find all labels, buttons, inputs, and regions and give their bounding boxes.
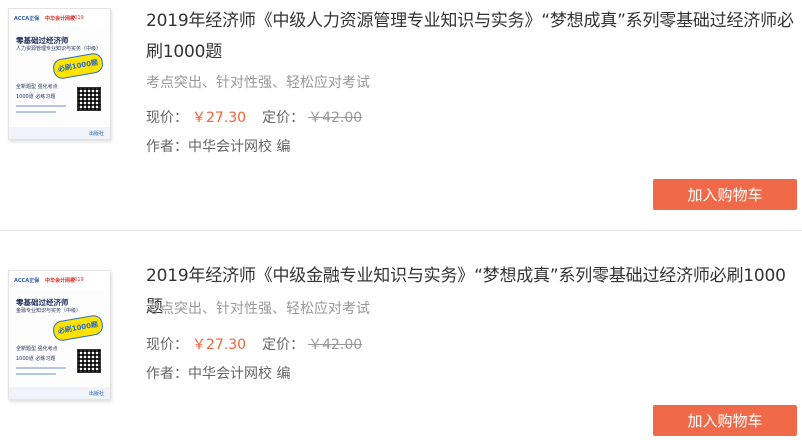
product-item: ACCA正保 中华会计网校 2019 零基础过经济师 人力资源管理专业知识与实务… [0, 0, 802, 226]
price-label: 现价： [146, 337, 188, 353]
list-price: ￥42.00 [308, 110, 363, 126]
price-row: 现价： ￥27.30 定价： ￥42.00 [146, 334, 362, 354]
cover-line: 全新题型 强化考点 [16, 84, 58, 90]
cover-publisher: 出版社 [88, 131, 104, 137]
book-cover-image[interactable]: ACCA正保 中华会计网校 2019 零基础过经济师 金融专业知识与实务（中级）… [8, 270, 111, 400]
cover-logo: ACCA正保 [14, 278, 40, 284]
cover-rule [16, 373, 56, 375]
qr-code-icon [77, 349, 101, 373]
cover-rule [16, 105, 66, 107]
cover-year: 2019 [71, 15, 84, 21]
cover-badge: 必刷1000题 [51, 313, 105, 343]
product-item: ACCA正保 中华会计网校 2019 零基础过经济师 金融专业知识与实务（中级）… [0, 232, 802, 440]
cover-rule [16, 367, 66, 369]
list-price: ￥42.00 [308, 337, 363, 353]
list-price-label: 定价： [262, 337, 305, 353]
qr-code-icon [77, 87, 101, 111]
product-author: 作者：中华会计网校 编 [146, 139, 291, 155]
cover-subtitle: 金融专业知识与实务（中级） [16, 308, 82, 314]
cover-year: 2019 [71, 277, 84, 283]
add-to-cart-button[interactable]: 加入购物车 [653, 405, 797, 436]
product-title-link[interactable]: 2019年经济师《中级人力资源管理专业知识与实务》“梦想成真”系列零基础过经济师… [146, 11, 794, 62]
cover-line: 1000道 必练习题 [16, 94, 56, 100]
product-subtitle: 考点突出、针对性强、轻松应对考试 [146, 301, 370, 317]
cover-publisher: 出版社 [88, 391, 104, 397]
current-price: ￥27.30 [192, 337, 247, 353]
add-to-cart-button[interactable]: 加入购物车 [653, 179, 797, 210]
cover-rule [16, 111, 56, 113]
cover-line: 1000道 必练习题 [16, 356, 56, 362]
cover-badge: 必刷1000题 [51, 51, 105, 81]
current-price: ￥27.30 [192, 110, 247, 126]
product-subtitle: 考点突出、针对性强、轻松应对考试 [146, 75, 370, 91]
cover-logo: ACCA正保 [14, 16, 40, 22]
price-label: 现价： [146, 110, 188, 126]
list-price-label: 定价： [262, 110, 305, 126]
book-cover-image[interactable]: ACCA正保 中华会计网校 2019 零基础过经济师 人力资源管理专业知识与实务… [8, 8, 111, 140]
cover-line: 全新题型 强化考点 [16, 346, 58, 352]
product-author: 作者：中华会计网校 编 [146, 366, 291, 382]
price-row: 现价： ￥27.30 定价： ￥42.00 [146, 107, 362, 127]
cover-subtitle: 人力资源管理专业知识与实务（中级） [16, 46, 102, 52]
divider [0, 230, 802, 231]
product-title[interactable]: 2019年经济师《中级人力资源管理专业知识与实务》“梦想成真”系列零基础过经济师… [146, 6, 796, 68]
